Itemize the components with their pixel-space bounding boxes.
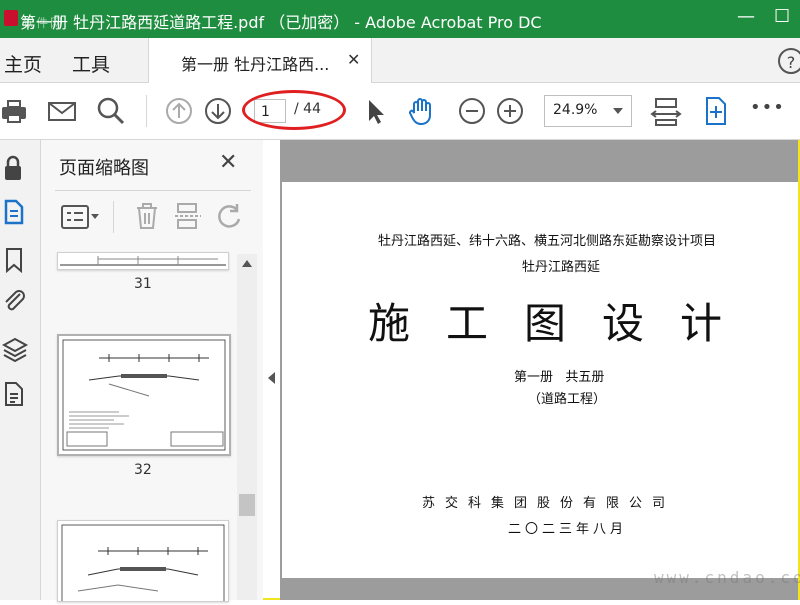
tab-home[interactable]: 主页 bbox=[4, 50, 42, 77]
collapse-panel-icon[interactable] bbox=[268, 372, 275, 384]
document-view[interactable]: 牡丹江路西延、纬十六路、横五河北侧路东延勘察设计项目 牡丹江路西延 施工图设计 … bbox=[280, 140, 798, 600]
volume-subtitle: （道路工程） bbox=[528, 392, 607, 407]
project-subtitle: 牡丹江路西延 bbox=[522, 260, 601, 275]
toolbar-separator bbox=[146, 95, 147, 127]
hand-tool-icon[interactable] bbox=[406, 95, 438, 127]
fit-page-icon[interactable] bbox=[650, 95, 682, 127]
scrollbar-thumb[interactable] bbox=[239, 494, 255, 516]
thumbnail-preview bbox=[61, 524, 225, 605]
project-title: 牡丹江路西延、纬十六路、横五河北侧路东延勘察设计项目 bbox=[378, 234, 717, 249]
thumbnail-preview bbox=[60, 256, 226, 266]
delete-page-icon[interactable] bbox=[133, 201, 161, 231]
panel-toolbar bbox=[55, 190, 251, 247]
more-tools-button[interactable]: ••• bbox=[750, 97, 784, 129]
zoom-level-value: 24.9% bbox=[553, 102, 598, 118]
next-page-icon[interactable] bbox=[202, 95, 234, 127]
thumbnail-page-31[interactable] bbox=[57, 252, 229, 270]
thumbnail-options-icon[interactable] bbox=[61, 203, 101, 231]
rotate-page-icon[interactable] bbox=[215, 201, 245, 231]
company-name: 苏交科集团股份有限公司 bbox=[422, 496, 676, 511]
scroll-up-icon[interactable] bbox=[242, 260, 252, 267]
select-cursor-icon[interactable] bbox=[360, 95, 392, 127]
red-annotation-ellipse bbox=[242, 90, 346, 130]
search-icon[interactable] bbox=[95, 95, 127, 127]
thumbnail-page-number: 32 bbox=[134, 462, 152, 478]
tab-tools[interactable]: 工具 bbox=[72, 50, 110, 77]
zoom-in-icon[interactable] bbox=[494, 95, 526, 127]
document-properties-icon[interactable] bbox=[2, 380, 30, 408]
watermark-url: www.cndao.com bbox=[654, 568, 800, 587]
maximize-button[interactable]: ☐ bbox=[774, 6, 790, 27]
toolbar: 1 / 44 24.9% ••• bbox=[0, 83, 800, 140]
thumbnail-page-next[interactable] bbox=[57, 520, 229, 605]
lock-icon[interactable] bbox=[2, 154, 30, 182]
panel-toolbar-separator bbox=[113, 201, 114, 233]
close-panel-button[interactable]: ✕ bbox=[219, 150, 237, 175]
title-bar: 第一册 牡丹江路西延道路工程.pdf （已加密） - Adobe Acrobat… bbox=[0, 0, 800, 38]
watermark-text: 软件网 bbox=[22, 16, 65, 30]
window-title: 第一册 牡丹江路西延道路工程.pdf （已加密） - Adobe Acrobat… bbox=[20, 13, 542, 32]
thumbnail-scrollbar[interactable] bbox=[237, 254, 257, 600]
document-tab-label: 第一册 牡丹江路西... bbox=[181, 55, 330, 74]
rotate-document-icon[interactable] bbox=[699, 95, 731, 127]
zoom-out-icon[interactable] bbox=[456, 95, 488, 127]
document-date: 二〇二三年八月 bbox=[508, 522, 628, 537]
thumbnail-preview bbox=[62, 339, 226, 451]
zoom-level-select[interactable]: 24.9% bbox=[544, 95, 632, 127]
email-icon[interactable] bbox=[46, 95, 78, 127]
page-thumbnails-icon[interactable] bbox=[2, 198, 30, 226]
attachment-icon[interactable] bbox=[2, 288, 30, 316]
volume-info: 第一册 共五册 bbox=[514, 370, 605, 385]
chevron-down-icon bbox=[613, 108, 623, 114]
thumbnail-page-number: 31 bbox=[134, 276, 152, 292]
layers-icon[interactable] bbox=[2, 336, 30, 364]
print-icon[interactable] bbox=[0, 95, 32, 127]
minimize-button[interactable]: — bbox=[737, 6, 755, 27]
document-page: 牡丹江路西延、纬十六路、横五河北侧路东延勘察设计项目 牡丹江路西延 施工图设计 … bbox=[282, 182, 798, 578]
left-navigation-rail bbox=[0, 140, 41, 600]
thumbnail-page-32[interactable] bbox=[57, 334, 231, 456]
help-button[interactable]: ? bbox=[778, 48, 800, 74]
page-thumbnails-panel: 页面缩略图 ✕ 31 32 bbox=[41, 140, 263, 605]
panel-title: 页面缩略图 bbox=[59, 158, 149, 179]
document-main-title: 施工图设计 bbox=[368, 299, 759, 348]
extract-pages-icon[interactable] bbox=[173, 201, 203, 231]
bookmark-icon[interactable] bbox=[2, 246, 30, 274]
tab-document[interactable]: 第一册 牡丹江路西... ✕ bbox=[148, 38, 372, 83]
previous-page-icon[interactable] bbox=[163, 95, 195, 127]
tab-bar: 主页 工具 第一册 牡丹江路西... ✕ ? bbox=[0, 38, 800, 83]
close-tab-button[interactable]: ✕ bbox=[347, 50, 360, 69]
acrobat-logo-icon bbox=[4, 10, 18, 26]
